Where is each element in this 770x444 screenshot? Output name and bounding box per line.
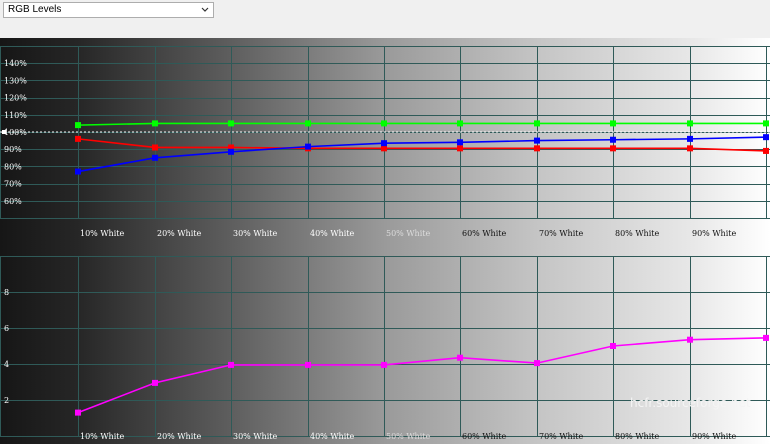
bottom-series-0-point bbox=[534, 360, 540, 367]
bottom-series-0-point bbox=[152, 379, 158, 386]
top-series-0-point bbox=[75, 122, 81, 129]
top-series-1-point bbox=[763, 147, 769, 154]
bottom-x-tick-label: 70% White bbox=[539, 432, 583, 441]
bottom-y-tick-label: 2 bbox=[4, 396, 9, 405]
top-series-2-point bbox=[152, 154, 158, 161]
bottom-y-tick-label: 4 bbox=[4, 360, 9, 369]
top-x-tick-label: 30% White bbox=[233, 229, 277, 238]
top-series-0-point bbox=[381, 120, 387, 127]
top-series-1-point bbox=[457, 145, 463, 152]
top-series-0-point bbox=[228, 120, 234, 127]
top-series-1-point bbox=[534, 145, 540, 152]
reference-marker bbox=[2, 130, 6, 134]
top-x-tick-label: 40% White bbox=[310, 229, 354, 238]
top-x-tick-label: 90% White bbox=[692, 229, 736, 238]
top-x-tick-label: 80% White bbox=[615, 229, 659, 238]
top-x-tick-label: 50% White bbox=[386, 229, 430, 238]
top-y-tick-label: 90% bbox=[4, 145, 22, 154]
view-select-value: RGB Levels bbox=[8, 4, 62, 15]
top-series-1-point bbox=[610, 145, 616, 152]
top-series-1-point bbox=[152, 144, 158, 151]
bottom-series-0-point bbox=[610, 343, 616, 349]
top-series-2-point bbox=[610, 136, 616, 143]
top-y-tick-label: 120% bbox=[4, 94, 27, 103]
watermark: hcfr.sourceforge.net bbox=[630, 396, 751, 410]
top-series-2-point bbox=[228, 148, 234, 155]
bottom-series-0-point bbox=[228, 361, 234, 368]
bottom-series-0-point bbox=[75, 409, 81, 416]
bottom-x-tick-label: 30% White bbox=[233, 432, 277, 441]
view-select[interactable]: RGB Levels bbox=[3, 2, 214, 18]
bottom-x-tick-label: 50% White bbox=[386, 432, 430, 441]
top-y-tick-label: 140% bbox=[4, 59, 27, 68]
top-x-tick-label: 70% White bbox=[539, 229, 583, 238]
toolbar: RGB Levels bbox=[0, 0, 770, 39]
top-y-tick-label: 70% bbox=[4, 180, 22, 189]
rgb-levels-chart: 60% 70% 80% 90% 100% 110% 120% 130% 140% 10% Whit… bbox=[0, 38, 770, 444]
top-series-1-point bbox=[381, 145, 387, 152]
bottom-x-tick-label: 60% White bbox=[462, 432, 506, 441]
bottom-x-tick-label: 20% White bbox=[157, 432, 201, 441]
top-series-1-point bbox=[687, 145, 693, 152]
top-series-0-point bbox=[534, 120, 540, 127]
top-series-2-point bbox=[534, 137, 540, 144]
top-series-1-point bbox=[75, 135, 81, 142]
bottom-x-tick-label: 90% White bbox=[692, 432, 736, 441]
top-series-2-point bbox=[457, 139, 463, 146]
top-y-tick-label: 100% bbox=[4, 128, 27, 137]
bottom-series-0-point bbox=[763, 334, 769, 341]
top-x-tick-label: 60% White bbox=[462, 229, 506, 238]
top-series-0-point bbox=[152, 120, 158, 127]
top-series-0-point bbox=[763, 120, 769, 127]
bottom-series-0-point bbox=[687, 336, 693, 343]
top-series-0-point bbox=[610, 120, 616, 127]
top-series-2-point bbox=[687, 135, 693, 142]
top-series-2-point bbox=[381, 140, 387, 147]
bottom-x-tick-label: 40% White bbox=[310, 432, 354, 441]
bottom-series-0-point bbox=[457, 354, 463, 361]
top-series-2-point bbox=[305, 143, 311, 150]
top-series-0-point bbox=[305, 120, 311, 127]
top-series-2-point bbox=[763, 134, 769, 141]
top-series-0-point bbox=[457, 120, 463, 127]
top-y-tick-label: 80% bbox=[4, 162, 22, 171]
bottom-x-tick-label: 80% White bbox=[615, 432, 659, 441]
top-series-0-point bbox=[687, 120, 693, 127]
bottom-series-0-point bbox=[381, 361, 387, 368]
top-x-tick-label: 10% White bbox=[80, 229, 124, 238]
top-x-tick-label: 20% White bbox=[157, 229, 201, 238]
bottom-series-0-point bbox=[305, 361, 311, 368]
top-y-tick-label: 130% bbox=[4, 76, 27, 85]
bottom-y-tick-label: 6 bbox=[4, 324, 9, 333]
bottom-x-tick-label: 10% White bbox=[80, 432, 124, 441]
chevron-down-icon bbox=[201, 7, 209, 12]
top-series-2-point bbox=[75, 168, 81, 175]
bottom-y-tick-label: 8 bbox=[4, 288, 9, 297]
top-y-tick-label: 110% bbox=[4, 111, 27, 120]
top-y-tick-label: 60% bbox=[4, 197, 22, 206]
